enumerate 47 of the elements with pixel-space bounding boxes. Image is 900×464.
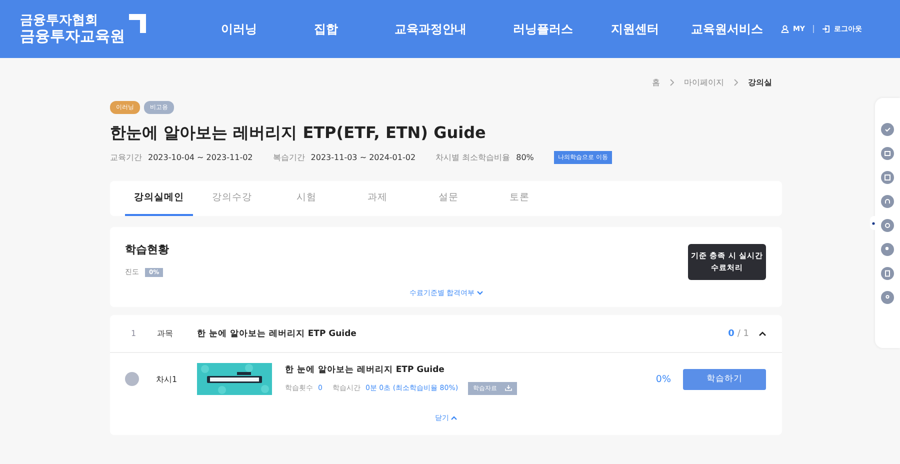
tab[interactable]: 설문 (413, 181, 484, 216)
tab[interactable]: 시험 (271, 181, 342, 216)
tab[interactable]: 토론 (484, 181, 555, 216)
nav-item[interactable]: 이러닝 (195, 20, 283, 38)
download-icon (505, 385, 512, 391)
breadcrumb-link[interactable]: 강의실 (748, 76, 772, 88)
chevron-down-icon (476, 291, 483, 295)
chevron-right-icon (734, 78, 738, 86)
course-type: 과목 (157, 328, 174, 339)
study-button[interactable]: 학습하기 (683, 368, 766, 390)
breadcrumb-link[interactable]: 홈 (652, 76, 660, 88)
course-title: 한눈에 알아보는 레버리지 ETP(ETF, ETN) Guide (110, 123, 487, 144)
lesson-label: 차시1 (156, 374, 178, 384)
quick-menu-handle[interactable] (870, 216, 876, 230)
info-label: 복습기간 (272, 152, 305, 163)
nav-item[interactable]: 교육원서비스 (676, 20, 778, 38)
tab[interactable]: 과제 (342, 181, 413, 216)
nav-item[interactable]: 지원센터 (594, 20, 676, 38)
chevron-right-icon (670, 78, 674, 86)
checklist-icon[interactable] (881, 123, 894, 136)
chevron-up-icon[interactable] (759, 331, 766, 336)
logout-icon (822, 25, 830, 33)
info-label: 교육기간 (110, 152, 142, 163)
search-icon[interactable] (881, 219, 894, 232)
completed-count: 0 (728, 328, 734, 338)
course-name: 한 눈에 알아보는 레버리지 ETP Guide (197, 328, 358, 340)
logo-mark-icon (129, 14, 146, 33)
tab[interactable]: 강의실메인 (125, 181, 193, 216)
info-value: 2023-10-04 ~ 2023-11-02 (148, 153, 253, 162)
course-number: 1 (130, 329, 138, 338)
tablet-icon[interactable] (881, 267, 894, 280)
info-label: 차시별 최소학습비율 (436, 152, 510, 163)
logo-text[interactable]: 금융투자협회 (20, 14, 125, 28)
info-value: 80% (516, 153, 534, 162)
lesson-title: 한 눈에 알아보는 레버리지 ETP Guide (285, 364, 446, 376)
lesson-percent: 0% (656, 374, 671, 384)
nav-item[interactable]: 집합 (283, 20, 369, 38)
user-icon (780, 25, 789, 33)
nav-item[interactable]: 교육과정안내 (369, 20, 492, 38)
breadcrumb-link[interactable]: 마이페이지 (684, 76, 724, 88)
section-title: 학습현황 (125, 242, 169, 257)
tab[interactable]: 강의수강 (193, 181, 271, 216)
chevron-up-icon (451, 416, 457, 420)
nav-item[interactable]: 러닝플러스 (492, 20, 594, 38)
info-value: 2023-11-03 ~ 2024-01-02 (310, 153, 416, 162)
total-count: / 1 (737, 328, 749, 338)
logo-text[interactable]: 금융투자교육원 (20, 28, 125, 44)
